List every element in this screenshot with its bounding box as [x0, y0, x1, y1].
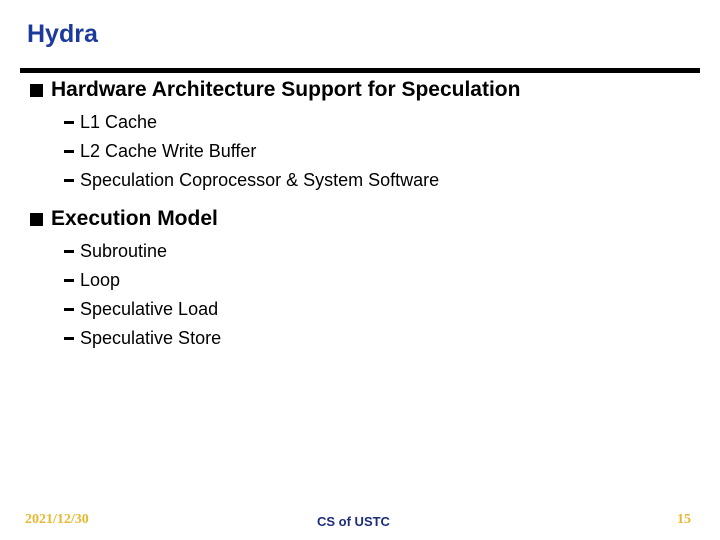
list-item-text: Speculation Coprocessor & System Softwar…: [80, 170, 440, 190]
list-item-text: L2 Cache Write Buffer: [80, 141, 257, 161]
list-item-text: L1 Cache: [80, 112, 158, 132]
slide-title: Hydra: [27, 20, 98, 48]
dash-icon: [64, 179, 74, 182]
square-bullet-icon: [30, 84, 43, 97]
dash-icon: [64, 337, 74, 340]
list-item-text: Speculative Load: [80, 299, 219, 319]
dash-icon: [64, 150, 74, 153]
list-item: L1 Cache: [64, 108, 520, 137]
footer-date: 2021/12/30: [25, 512, 89, 527]
section-heading-text: Hardware Architecture Support for Specul…: [51, 78, 521, 101]
dash-icon: [64, 250, 74, 253]
list-item: Speculative Load: [64, 295, 221, 324]
sub-list: L1 Cache L2 Cache Write Buffer Speculati…: [30, 108, 520, 195]
section-heading: Execution Model: [30, 205, 221, 233]
section-heading-text: Execution Model: [51, 207, 218, 230]
list-item: Speculation Coprocessor & System Softwar…: [64, 166, 520, 195]
section-hardware: Hardware Architecture Support for Specul…: [30, 76, 520, 195]
dash-icon: [64, 308, 74, 311]
section-heading: Hardware Architecture Support for Specul…: [30, 76, 520, 104]
page-number: 15: [677, 512, 691, 527]
list-item: Speculative Store: [64, 324, 221, 353]
list-item: Subroutine: [64, 237, 221, 266]
footer-org: CS of USTC: [317, 514, 390, 529]
list-item-text: Speculative Store: [80, 328, 222, 348]
list-item-text: Loop: [80, 270, 121, 290]
list-item: Loop: [64, 266, 221, 295]
square-bullet-icon: [30, 213, 43, 226]
sub-list: Subroutine Loop Speculative Load Specula…: [30, 237, 221, 353]
list-item-text: Subroutine: [80, 241, 168, 261]
dash-icon: [64, 121, 74, 124]
section-execution-model: Execution Model Subroutine Loop Speculat…: [30, 205, 221, 353]
title-divider: [20, 68, 700, 73]
list-item: L2 Cache Write Buffer: [64, 137, 520, 166]
dash-icon: [64, 279, 74, 282]
